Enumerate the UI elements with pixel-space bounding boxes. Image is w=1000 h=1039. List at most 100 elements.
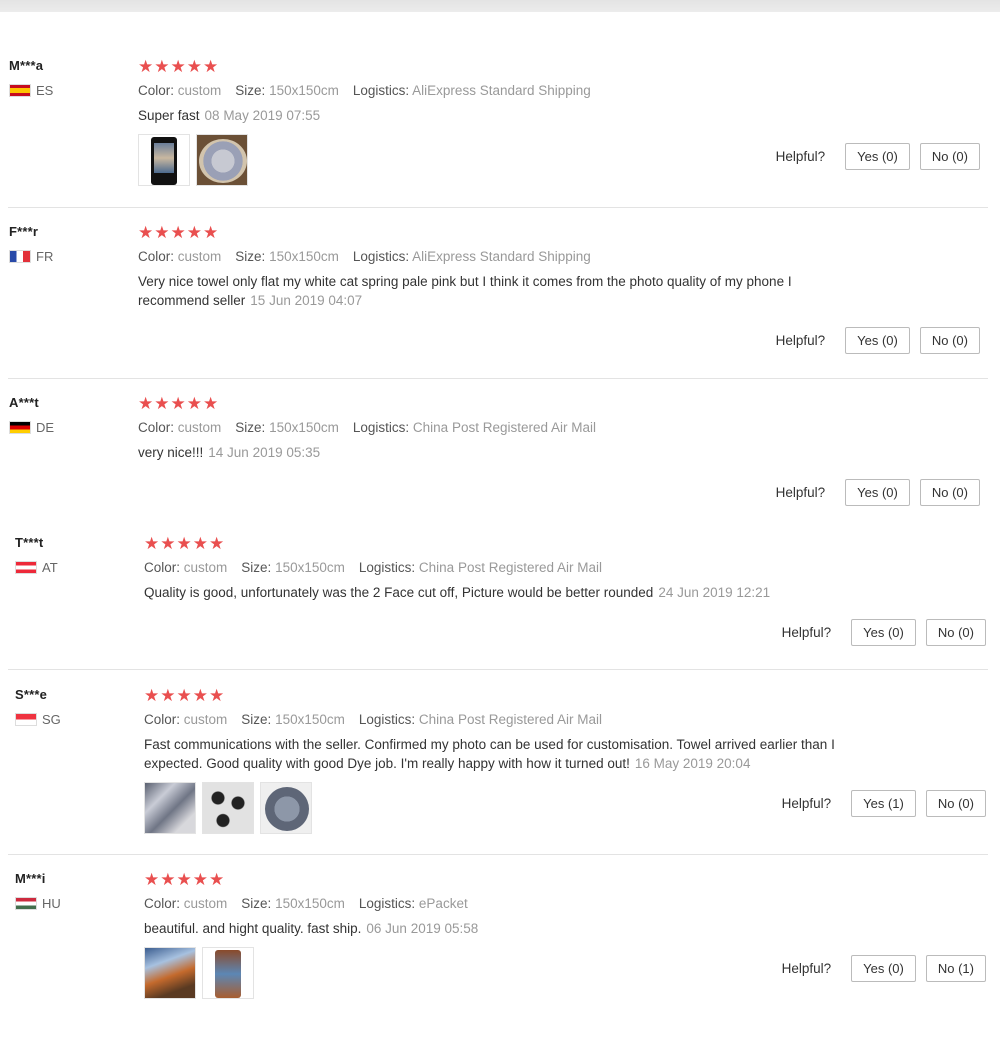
- reviewer-info: M***i HU: [15, 871, 125, 911]
- color-value: custom: [183, 560, 228, 575]
- review-text: beautiful. and hight quality. fast ship.…: [144, 919, 864, 938]
- top-bar: [0, 0, 1000, 12]
- reviewer-name: A***t: [9, 395, 39, 410]
- helpful-label: Helpful?: [781, 961, 832, 976]
- yes-vote-button[interactable]: Yes (0): [845, 143, 910, 170]
- review-date: 14 Jun 2019 05:35: [208, 445, 321, 460]
- helpful-label: Helpful?: [775, 149, 826, 164]
- size-value: 150x150cm: [275, 560, 345, 575]
- yes-vote-button[interactable]: Yes (0): [851, 619, 916, 646]
- review-photos: [138, 134, 858, 186]
- review-text: Super fast 08 May 2019 07:55: [138, 106, 858, 125]
- color-value: custom: [177, 420, 222, 435]
- review-meta: Color: custom Size: 150x150cm Logistics: A…: [138, 83, 858, 98]
- no-vote-button[interactable]: No (0): [919, 479, 980, 506]
- reviewer-country: SG: [15, 712, 125, 727]
- flag-sg-icon: [15, 713, 37, 726]
- reviewer-name: S***e: [15, 687, 48, 702]
- color-value: custom: [177, 249, 222, 264]
- star-rating: ★★★★★: [144, 534, 226, 553]
- review-photo-thumbnail[interactable]: [144, 782, 196, 834]
- star-rating: ★★★★★: [144, 686, 226, 705]
- review-photos: [144, 782, 864, 834]
- helpful-vote: Helpful? Yes (0) No (0): [776, 479, 980, 506]
- country-code: FR: [36, 249, 54, 264]
- reviewer-info: M***a ES: [9, 58, 119, 98]
- color-value: custom: [183, 896, 228, 911]
- reviewer-country: ES: [9, 83, 119, 98]
- review-content: ★★★★★ Color: custom Size: 150x150cm Logist…: [138, 224, 858, 310]
- star-rating: ★★★★★: [144, 870, 226, 889]
- color-value: custom: [177, 83, 222, 98]
- size-label: Size:: [235, 420, 266, 435]
- size-value: 150x150cm: [275, 896, 345, 911]
- review-content: ★★★★★ Color: custom Size: 150x150cm Logist…: [138, 58, 858, 186]
- reviewer-info: F***r FR: [9, 224, 119, 264]
- color-value: custom: [183, 712, 228, 727]
- helpful-vote: Helpful? Yes (1) No (0): [782, 790, 986, 817]
- review-meta: Color: custom Size: 150x150cm Logistics: C…: [138, 420, 858, 435]
- color-label: Color:: [144, 712, 181, 727]
- review-text: Very nice towel only flat my white cat s…: [138, 272, 858, 310]
- yes-vote-button[interactable]: Yes (0): [851, 955, 916, 982]
- reviewer-country: DE: [9, 420, 119, 435]
- size-label: Size:: [241, 560, 272, 575]
- review-photo-thumbnail[interactable]: [138, 134, 190, 186]
- color-label: Color:: [144, 896, 181, 911]
- review-text: Fast communications with the seller. Con…: [144, 735, 864, 773]
- star-rating: ★★★★★: [138, 394, 220, 413]
- logistics-label: Logistics:: [352, 420, 410, 435]
- size-value: 150x150cm: [269, 420, 339, 435]
- review-photo-thumbnail[interactable]: [144, 947, 196, 999]
- size-value: 150x150cm: [269, 83, 339, 98]
- flag-at-icon: [15, 561, 37, 574]
- helpful-vote: Helpful? Yes (0) No (0): [782, 619, 986, 646]
- color-label: Color:: [144, 560, 181, 575]
- review-date: 06 Jun 2019 05:58: [366, 921, 479, 936]
- reviewer-name: T***t: [15, 535, 44, 550]
- helpful-vote: Helpful? Yes (0) No (0): [776, 143, 980, 170]
- color-label: Color:: [138, 420, 175, 435]
- review-body: Very nice towel only flat my white cat s…: [138, 274, 792, 308]
- yes-vote-button[interactable]: Yes (0): [845, 479, 910, 506]
- divider: [8, 854, 988, 855]
- review-date: 16 May 2019 20:04: [634, 756, 751, 771]
- flag-hu-icon: [15, 897, 37, 910]
- logistics-value: China Post Registered Air Mail: [418, 712, 603, 727]
- helpful-label: Helpful?: [781, 625, 832, 640]
- country-code: DE: [36, 420, 55, 435]
- review-photo-thumbnail[interactable]: [260, 782, 312, 834]
- logistics-value: AliExpress Standard Shipping: [412, 249, 591, 264]
- review-photo-thumbnail[interactable]: [202, 947, 254, 999]
- review-body: Super fast: [138, 108, 200, 123]
- logistics-value: AliExpress Standard Shipping: [412, 83, 591, 98]
- review-content: ★★★★★ Color: custom Size: 150x150cm Logist…: [144, 535, 864, 602]
- reviewer-info: S***e SG: [15, 687, 125, 727]
- reviewer-country: FR: [9, 249, 119, 264]
- review-photo-thumbnail[interactable]: [196, 134, 248, 186]
- no-vote-button[interactable]: No (0): [919, 143, 980, 170]
- review-text: Quality is good, unfortunately was the 2…: [144, 583, 864, 602]
- color-label: Color:: [138, 249, 175, 264]
- helpful-label: Helpful?: [781, 796, 832, 811]
- flag-fr-icon: [9, 250, 31, 263]
- review-body: very nice!!!: [138, 445, 204, 460]
- reviewer-name: F***r: [9, 224, 39, 239]
- reviewer-country: AT: [15, 560, 125, 575]
- review-meta: Color: custom Size: 150x150cm Logistics: e…: [144, 896, 864, 911]
- review-meta: Color: custom Size: 150x150cm Logistics: A…: [138, 249, 858, 264]
- flag-es-icon: [9, 84, 31, 97]
- size-value: 150x150cm: [269, 249, 339, 264]
- yes-vote-button[interactable]: Yes (0): [845, 327, 910, 354]
- review-photo-thumbnail[interactable]: [202, 782, 254, 834]
- helpful-vote: Helpful? Yes (0) No (1): [782, 955, 986, 982]
- reviewer-info: T***t AT: [15, 535, 125, 575]
- no-vote-button[interactable]: No (0): [925, 619, 986, 646]
- no-vote-button[interactable]: No (1): [925, 955, 986, 982]
- no-vote-button[interactable]: No (0): [919, 327, 980, 354]
- no-vote-button[interactable]: No (0): [925, 790, 986, 817]
- country-code: AT: [42, 560, 58, 575]
- yes-vote-button[interactable]: Yes (1): [851, 790, 916, 817]
- reviewer-info: A***t DE: [9, 395, 119, 435]
- helpful-vote: Helpful? Yes (0) No (0): [776, 327, 980, 354]
